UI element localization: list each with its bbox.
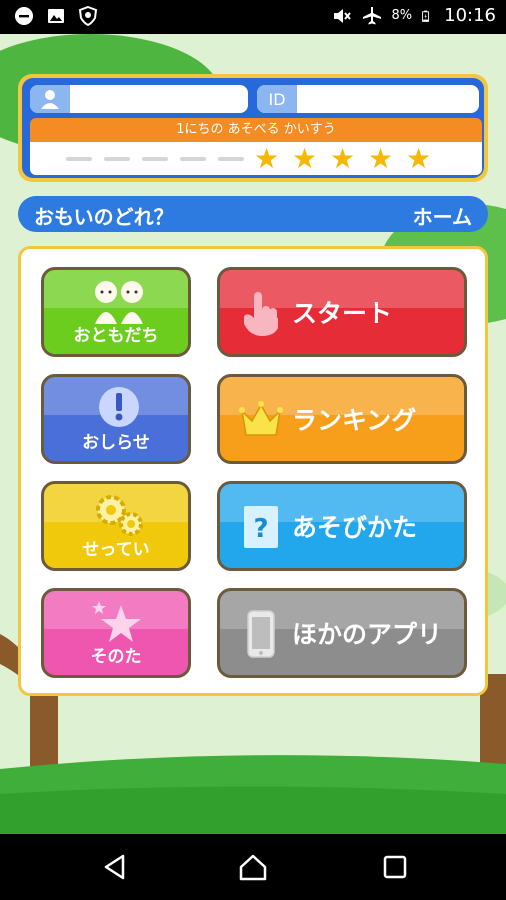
news-label: おしらせ bbox=[82, 433, 150, 453]
start-label: スタート bbox=[292, 299, 393, 328]
system-nav-bar bbox=[0, 834, 506, 900]
settings-label: せってい bbox=[82, 540, 150, 560]
id-label: ID bbox=[257, 85, 297, 113]
shield-icon bbox=[78, 6, 98, 26]
other-label: そのた bbox=[90, 647, 142, 667]
user-icon bbox=[30, 85, 70, 113]
friends-button[interactable]: おともだち bbox=[41, 267, 191, 357]
star-icon: ★ bbox=[368, 142, 394, 175]
start-button[interactable]: スタート bbox=[217, 267, 467, 357]
minus-circle-icon bbox=[15, 7, 33, 25]
settings-button[interactable]: せってい bbox=[41, 481, 191, 571]
battery-percent: 8% bbox=[391, 8, 413, 23]
play-count-meter: ★ ★ ★ ★ ★ bbox=[30, 142, 482, 175]
profile-panel: ID 1にちの あそべる かいすう ★ ★ ★ ★ ★ bbox=[18, 74, 488, 182]
status-bar: 8% 10:16 bbox=[0, 0, 506, 34]
play-slot-empty bbox=[218, 157, 244, 161]
crown-icon bbox=[239, 401, 283, 436]
player-id-field[interactable]: ID bbox=[257, 85, 479, 113]
player-name-field[interactable] bbox=[30, 85, 248, 113]
home-icon[interactable] bbox=[238, 852, 268, 882]
friends-label: おともだち bbox=[73, 326, 159, 346]
star-icon: ★ bbox=[292, 142, 318, 175]
gear-icon bbox=[96, 495, 143, 536]
ranking-button[interactable]: ランキング bbox=[217, 374, 467, 464]
screen-title-bar: おもいのどれ？ ホーム bbox=[18, 196, 488, 232]
app-screen: ID 1にちの あそべる かいすう ★ ★ ★ ★ ★ おもいのどれ？ ホーム bbox=[0, 34, 506, 834]
pointing-hand-icon bbox=[244, 292, 278, 336]
friends-icon bbox=[95, 281, 143, 324]
image-icon bbox=[48, 9, 64, 23]
page-title: おもいのどれ？ bbox=[34, 205, 174, 229]
play-slot-empty bbox=[104, 157, 130, 161]
other-button[interactable]: そのた bbox=[41, 588, 191, 678]
play-slot-empty bbox=[180, 157, 206, 161]
play-count-label: 1にちの あそべる かいすう bbox=[30, 118, 482, 142]
recent-apps-icon[interactable] bbox=[380, 852, 410, 882]
howto-label: あそびかた bbox=[292, 513, 418, 542]
help-book-icon: ? bbox=[244, 506, 278, 548]
play-slot-empty bbox=[66, 157, 92, 161]
battery-charging-icon bbox=[422, 10, 430, 22]
play-slot-empty bbox=[142, 157, 168, 161]
back-icon[interactable] bbox=[100, 852, 130, 882]
airplane-icon bbox=[362, 6, 381, 24]
clock: 10:16 bbox=[444, 5, 496, 26]
star-icon: ★ bbox=[406, 142, 432, 175]
home-label[interactable]: ホーム bbox=[413, 201, 472, 230]
main-menu-panel: おともだち おしらせ せってい そのた スタート ランキング ? あそびかた ほ… bbox=[18, 246, 488, 696]
smartphone-icon bbox=[247, 610, 275, 658]
howto-button[interactable]: ? あそびかた bbox=[217, 481, 467, 571]
mute-icon bbox=[333, 8, 351, 23]
news-button[interactable]: おしらせ bbox=[41, 374, 191, 464]
ranking-label: ランキング bbox=[292, 406, 417, 435]
other-apps-button[interactable]: ほかのアプリ bbox=[217, 588, 467, 678]
exclamation-icon bbox=[99, 387, 139, 427]
star-icon: ★ bbox=[330, 142, 356, 175]
svg-text:?: ? bbox=[253, 514, 268, 544]
other-apps-label: ほかのアプリ bbox=[292, 620, 443, 649]
star-icon: ★ bbox=[254, 142, 280, 175]
star-icon bbox=[92, 601, 141, 642]
